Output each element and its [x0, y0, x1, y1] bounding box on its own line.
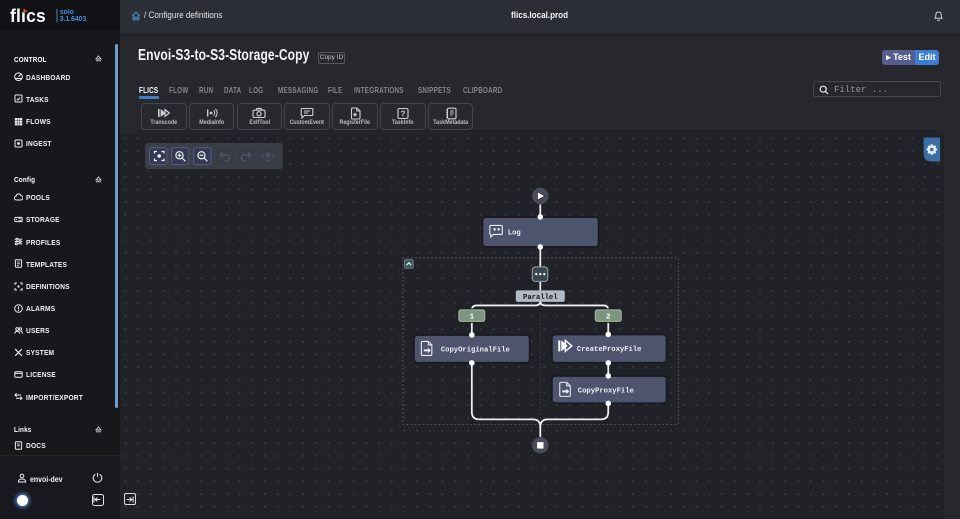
svg-text:Parallel: Parallel: [523, 294, 558, 302]
svg-text:?: ?: [400, 109, 405, 118]
svg-text:CopyProxyFile: CopyProxyFile: [578, 387, 634, 395]
svg-text:Log: Log: [508, 230, 521, 238]
svg-text:CopyOriginalFile: CopyOriginalFile: [441, 347, 510, 355]
svg-text:CreateProxyFile: CreateProxyFile: [577, 346, 642, 354]
svg-text:1: 1: [470, 314, 475, 322]
svg-text:2: 2: [606, 314, 611, 322]
